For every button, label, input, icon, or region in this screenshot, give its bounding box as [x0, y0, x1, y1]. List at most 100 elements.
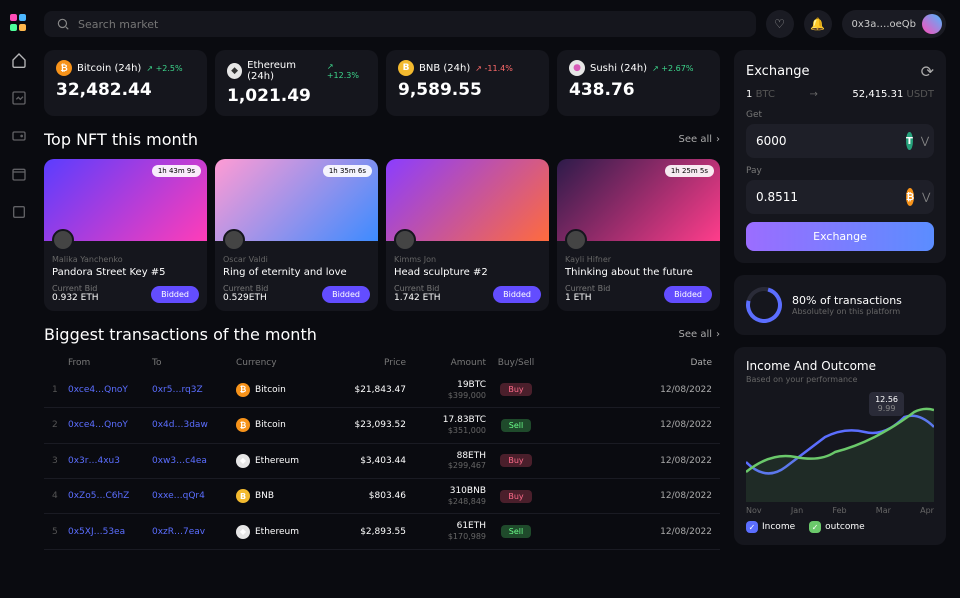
nav-wallet-icon[interactable]: [9, 126, 29, 146]
nav-home-icon[interactable]: [9, 50, 29, 70]
bid-button[interactable]: Bidded: [151, 286, 199, 303]
bid-label: Current Bid: [565, 284, 610, 293]
stat-title: 80% of transactions: [792, 294, 902, 307]
tx-to[interactable]: 0x4d…3daw: [152, 420, 236, 430]
bid-value: 0.932 ETH: [52, 293, 99, 303]
chevron-right-icon: ›: [716, 134, 720, 145]
ticker-card[interactable]: B BNB (24h) ↗ -11.4% 9,589.55: [386, 50, 549, 116]
table-row[interactable]: 3 0x3r…4xu3 0xw3…c4ea ◆Ethereum $3,403.4…: [44, 444, 720, 479]
notifications-button[interactable]: 🔔: [804, 10, 832, 38]
tx-amount-usd: $399,000: [406, 391, 486, 401]
tx-currency: BNB: [255, 491, 274, 501]
axis-label: Jan: [791, 506, 803, 515]
wallet-address[interactable]: 0x3a….oeQb: [842, 10, 946, 38]
bid-button[interactable]: Bidded: [493, 286, 541, 303]
nav-calendar-icon[interactable]: [9, 164, 29, 184]
tx-date: 12/08/2022: [546, 385, 712, 395]
tether-icon: T: [906, 132, 913, 150]
pay-label: Pay: [746, 166, 934, 176]
nft-card[interactable]: 1h 43m 9s Malika Yanchenko Pandora Stree…: [44, 159, 207, 311]
tx-currency: Ethereum: [255, 527, 299, 537]
tx-see-all[interactable]: See all ›: [678, 329, 720, 340]
tx-amount: 88ETH: [406, 451, 486, 462]
tx-to[interactable]: 0xr5…rq3Z: [152, 385, 236, 395]
row-index: 4: [52, 491, 68, 501]
refresh-icon[interactable]: ⟳: [921, 62, 934, 81]
income-subtitle: Based on your performance: [746, 375, 934, 384]
tx-date: 12/08/2022: [546, 456, 712, 466]
ticker-card[interactable]: ● Sushi (24h) ↗ +2.67% 438.76: [557, 50, 720, 116]
nft-card[interactable]: 1h 25m 5s Kayli Hifner Thinking about th…: [557, 159, 720, 311]
tx-to[interactable]: 0xw3…c4ea: [152, 456, 236, 466]
chevron-right-icon: ›: [716, 329, 720, 340]
ticker-name: BNB (24h): [419, 63, 470, 74]
tx-to[interactable]: 0xzR…7eav: [152, 527, 236, 537]
creator-avatar: [52, 229, 74, 251]
table-row[interactable]: 2 0xce4…QnoY 0x4d…3daw ₿Bitcoin $23,093.…: [44, 408, 720, 443]
exchange-button[interactable]: Exchange: [746, 222, 934, 251]
table-row[interactable]: 4 0xZo5…C6hZ 0xxe…qQr4 BBNB $803.46 310B…: [44, 479, 720, 514]
coin-icon: ₿: [236, 418, 250, 432]
ticker-name: Bitcoin (24h): [77, 63, 141, 74]
creator-avatar: [565, 229, 587, 251]
bid-button[interactable]: Bidded: [322, 286, 370, 303]
nft-see-all[interactable]: See all ›: [678, 134, 720, 145]
chevron-down-icon[interactable]: ⋁: [922, 192, 930, 203]
search-input[interactable]: [44, 11, 756, 37]
nav-box-icon[interactable]: [9, 202, 29, 222]
income-chart: 12.56 9.99: [746, 392, 934, 502]
table-row[interactable]: 5 0x5XJ…53ea 0xzR…7eav ◆Ethereum $2,893.…: [44, 514, 720, 549]
tx-from[interactable]: 0xce4…QnoY: [68, 385, 152, 395]
ticker-card[interactable]: ₿ Bitcoin (24h) ↗ +2.5% 32,482.44: [44, 50, 207, 116]
tx-from[interactable]: 0xce4…QnoY: [68, 420, 152, 430]
tx-from[interactable]: 0x5XJ…53ea: [68, 527, 152, 537]
pay-field[interactable]: ₿ ⋁: [746, 180, 934, 214]
get-field[interactable]: T ⋁: [746, 124, 934, 158]
axis-label: Mar: [876, 506, 891, 515]
tx-currency: Bitcoin: [255, 385, 286, 395]
buysell-badge[interactable]: Buy: [500, 454, 531, 467]
nav-chart-icon[interactable]: [9, 88, 29, 108]
nft-card[interactable]: Kimms Jon Head sculpture #2 Current Bid1…: [386, 159, 549, 311]
tx-section-title: Biggest transactions of the month: [44, 325, 317, 344]
income-legend-dot: ✓: [746, 521, 758, 533]
buysell-badge[interactable]: Buy: [500, 490, 531, 503]
ticker-name: Ethereum (24h): [247, 60, 322, 82]
buysell-badge[interactable]: Sell: [501, 419, 531, 432]
chevron-down-icon[interactable]: ⋁: [921, 136, 929, 147]
th-price: Price: [326, 358, 406, 369]
row-index: 1: [52, 385, 68, 395]
buysell-badge[interactable]: Buy: [500, 383, 531, 396]
axis-label: Feb: [832, 506, 846, 515]
ticker-change: ↗ -11.4%: [475, 64, 513, 73]
tx-from[interactable]: 0xZo5…C6hZ: [68, 491, 152, 501]
coin-icon: ●: [569, 60, 585, 76]
ticker-change: ↗ +2.5%: [146, 64, 182, 73]
to-amount: 52,415.31: [852, 89, 903, 100]
app-logo[interactable]: [10, 14, 28, 32]
tx-date: 12/08/2022: [546, 420, 712, 430]
nft-title: Ring of eternity and love: [223, 267, 370, 278]
table-row[interactable]: 1 0xce4…QnoY 0xr5…rq3Z ₿Bitcoin $21,843.…: [44, 373, 720, 408]
coin-icon: B: [398, 60, 414, 76]
tx-date: 12/08/2022: [546, 491, 712, 501]
bid-label: Current Bid: [394, 284, 441, 293]
axis-label: Nov: [746, 506, 762, 515]
coin-icon: B: [236, 489, 250, 503]
buysell-badge[interactable]: Sell: [501, 525, 531, 538]
axis-label: Apr: [920, 506, 934, 515]
from-amount: 1: [746, 89, 752, 100]
bid-value: 1.742 ETH: [394, 293, 441, 303]
bid-button[interactable]: Bidded: [664, 286, 712, 303]
nft-card[interactable]: 1h 35m 6s Oscar Valdi Ring of eternity a…: [215, 159, 378, 311]
ticker-card[interactable]: ◆ Ethereum (24h) ↗ +12.3% 1,021.49: [215, 50, 378, 116]
progress-ring-icon: [739, 280, 788, 329]
tx-price: $3,403.44: [326, 456, 406, 466]
coin-icon: ◆: [227, 63, 242, 79]
favorites-button[interactable]: ♡: [766, 10, 794, 38]
search-icon: [56, 17, 70, 31]
tx-to[interactable]: 0xxe…qQr4: [152, 491, 236, 501]
tx-from[interactable]: 0x3r…4xu3: [68, 456, 152, 466]
nft-author: Kayli Hifner: [565, 255, 712, 264]
ticker-value: 9,589.55: [398, 80, 537, 100]
